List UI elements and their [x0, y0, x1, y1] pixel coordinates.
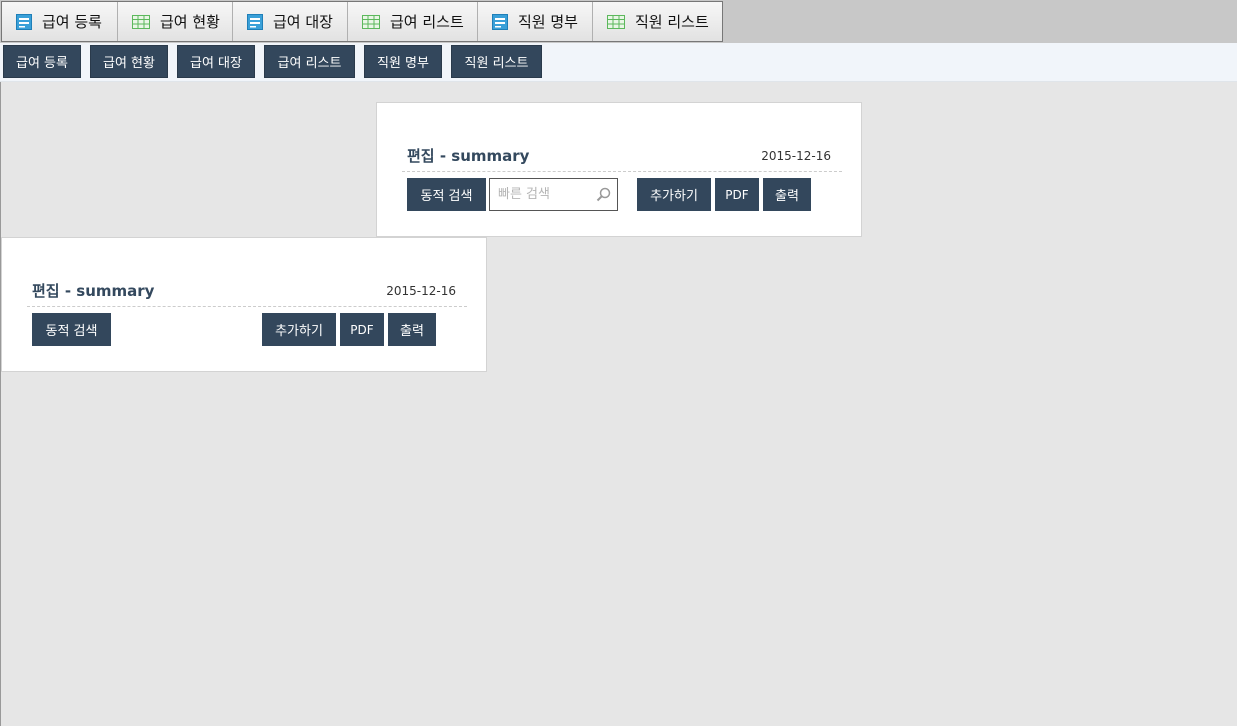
add-button[interactable]: 추가하기 — [262, 313, 336, 346]
nav-button-bar: 급여 등록 급여 현황 급여 대장 급여 리스트 직원 명부 직원 리스트 — [0, 43, 1237, 82]
tab-group: 급여 등록 급여 현황 급여 대장 급여 리스트 직원 명부 직원 리스트 — [1, 1, 723, 42]
form-icon — [247, 13, 263, 30]
panel-divider — [27, 306, 467, 307]
dynamic-search-button[interactable]: 동적 검색 — [32, 313, 111, 346]
nav-salary-status-button[interactable]: 급여 현황 — [90, 45, 168, 78]
pdf-button[interactable]: PDF — [340, 313, 384, 346]
print-button[interactable]: 출력 — [763, 178, 811, 211]
nav-salary-ledger-button[interactable]: 급여 대장 — [177, 45, 255, 78]
tab-label: 급여 등록 — [42, 13, 102, 31]
tab-label: 직원 명부 — [518, 13, 578, 31]
tab-employee-list[interactable]: 직원 리스트 — [593, 2, 722, 41]
tab-salary-ledger[interactable]: 급여 대장 — [233, 2, 348, 41]
panel-divider — [402, 171, 842, 172]
summary-panel-top: 편집 - summary 2015-12-16 동적 검색 추가하기 PDF 출… — [376, 102, 862, 237]
tab-salary-status[interactable]: 급여 현황 — [118, 2, 233, 41]
tab-employee-roster[interactable]: 직원 명부 — [478, 2, 593, 41]
nav-employee-list-button[interactable]: 직원 리스트 — [451, 45, 542, 78]
print-button[interactable]: 출력 — [388, 313, 436, 346]
search-icon[interactable] — [596, 187, 611, 206]
tab-label: 직원 리스트 — [635, 13, 709, 31]
left-border — [0, 82, 1, 726]
dynamic-search-button[interactable]: 동적 검색 — [407, 178, 486, 211]
panel-title: 편집 - summary — [407, 147, 530, 165]
pdf-button[interactable]: PDF — [715, 178, 759, 211]
quick-search-box — [489, 178, 618, 211]
tab-label: 급여 리스트 — [390, 13, 464, 31]
tab-salary-list[interactable]: 급여 리스트 — [348, 2, 478, 41]
summary-panel-bottom: 편집 - summary 2015-12-16 동적 검색 추가하기 PDF 출… — [1, 237, 487, 372]
nav-employee-roster-button[interactable]: 직원 명부 — [364, 45, 442, 78]
grid-icon — [607, 14, 625, 29]
nav-salary-list-button[interactable]: 급여 리스트 — [264, 45, 355, 78]
add-button[interactable]: 추가하기 — [637, 178, 711, 211]
grid-icon — [132, 14, 150, 29]
grid-icon — [362, 14, 380, 29]
nav-salary-register-button[interactable]: 급여 등록 — [3, 45, 81, 78]
panel-date: 2015-12-16 — [386, 284, 456, 298]
tab-label: 급여 대장 — [273, 13, 333, 31]
panel-date: 2015-12-16 — [761, 149, 831, 163]
form-icon — [16, 13, 32, 30]
top-tab-bar: 급여 등록 급여 현황 급여 대장 급여 리스트 직원 명부 직원 리스트 — [0, 0, 1237, 43]
tab-label: 급여 현황 — [160, 13, 220, 31]
form-icon — [492, 13, 508, 30]
panel-title: 편집 - summary — [32, 282, 155, 300]
tab-salary-register[interactable]: 급여 등록 — [2, 2, 118, 41]
